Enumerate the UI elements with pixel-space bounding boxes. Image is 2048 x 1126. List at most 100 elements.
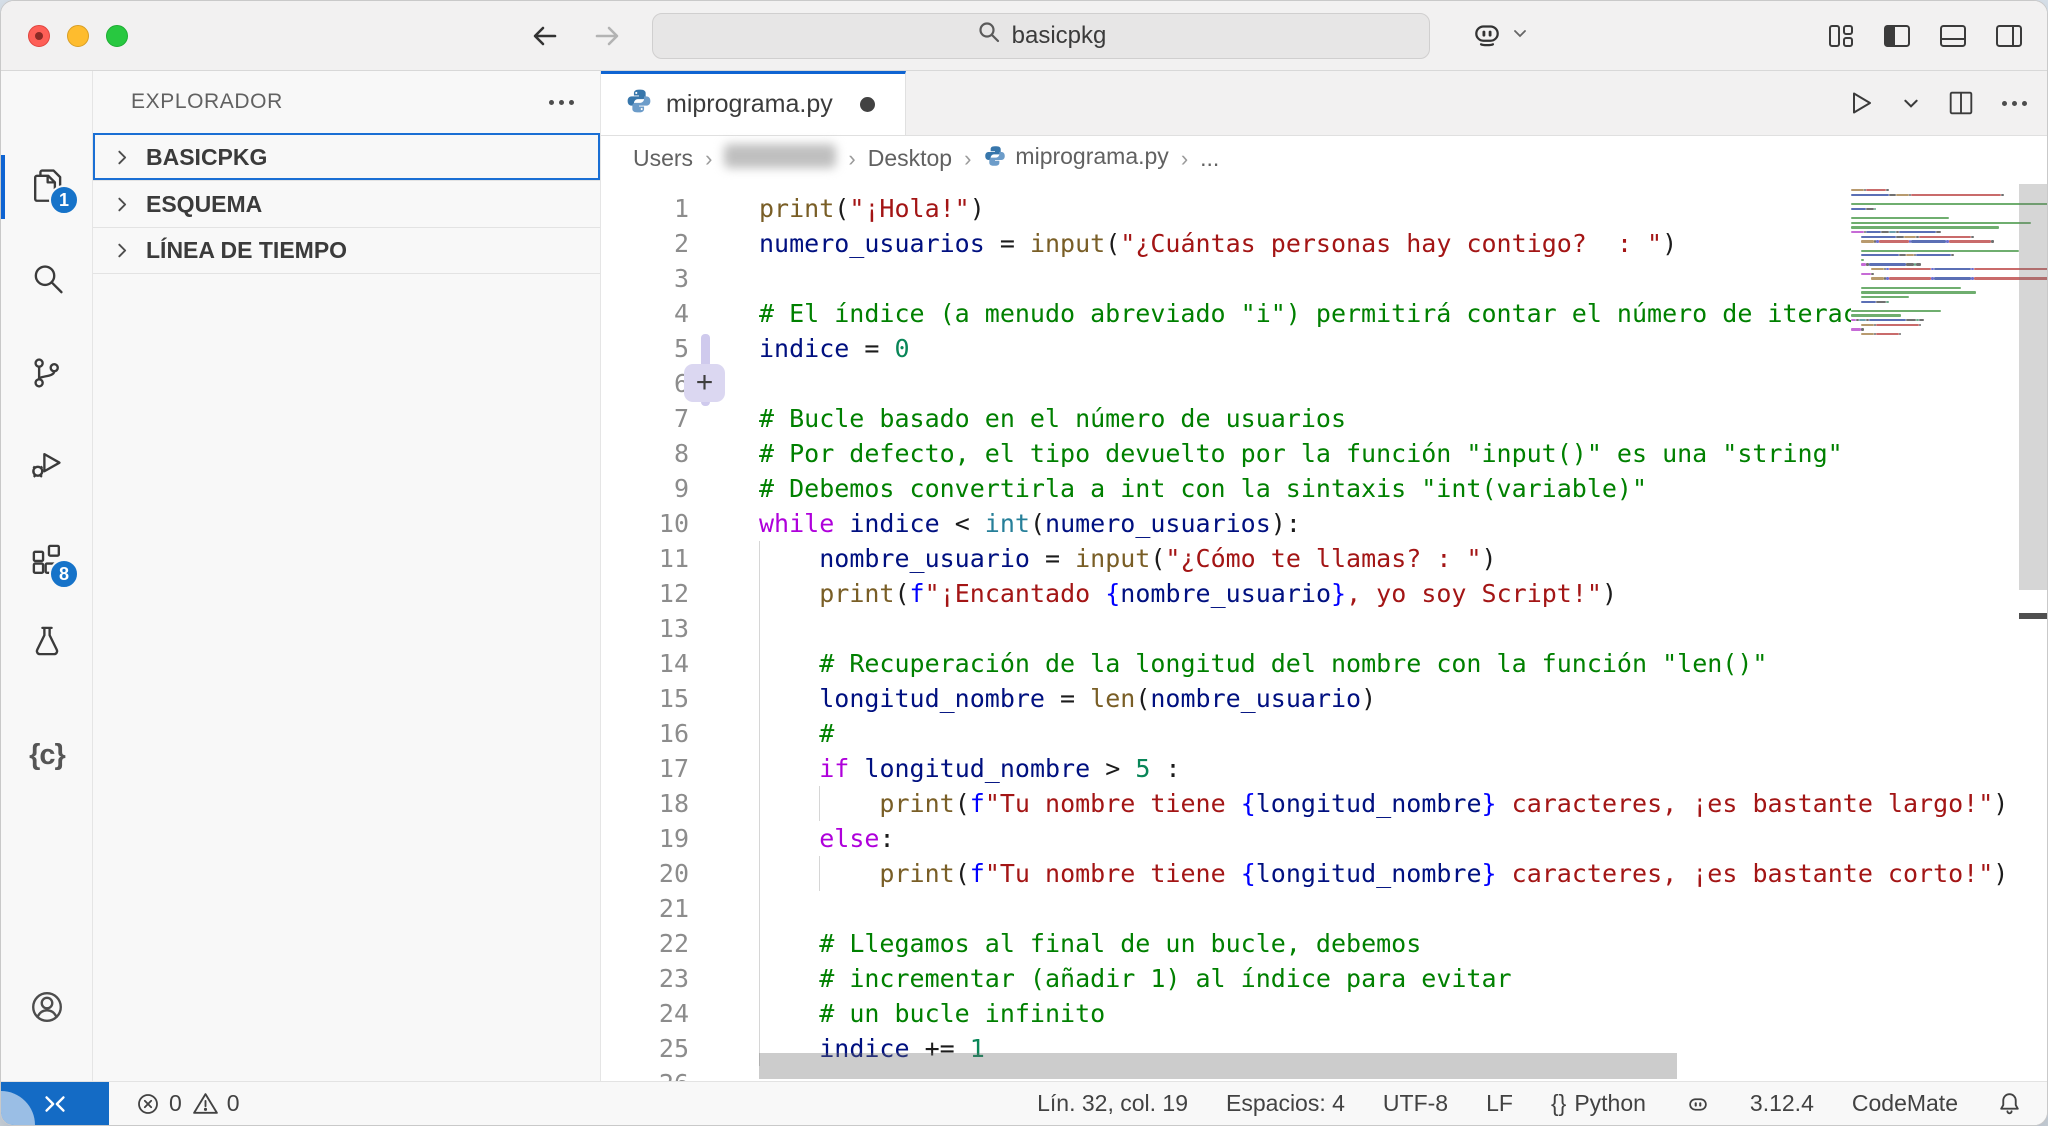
- code-line[interactable]: 7# Bucle basado en el número de usuarios: [601, 401, 2047, 436]
- section-esquema[interactable]: ESQUEMA: [93, 180, 600, 227]
- code-line[interactable]: 19 else:: [601, 821, 2047, 856]
- activity-item-testing[interactable]: [1, 605, 93, 681]
- run-dropdown-icon[interactable]: [1902, 94, 1920, 112]
- zoom-button[interactable]: [106, 25, 128, 47]
- activity-item-extensions[interactable]: 8: [1, 523, 93, 599]
- code-line[interactable]: 21: [601, 891, 2047, 926]
- breadcrumb-item-redacted[interactable]: [724, 144, 836, 174]
- tab-miprograma[interactable]: miprograma.py: [601, 71, 906, 135]
- toggle-secondary-sidebar-icon[interactable]: [1993, 20, 2025, 52]
- line-number[interactable]: 8: [621, 436, 689, 471]
- code-line[interactable]: 12 print(f"¡Encantado {nombre_usuario}, …: [601, 576, 2047, 611]
- activity-item-explorer[interactable]: 1: [1, 149, 93, 225]
- code-line[interactable]: 9# Debemos convertirla a int con la sint…: [601, 471, 2047, 506]
- code-editor[interactable]: 1print("¡Hola!")2numero_usuarios = input…: [601, 181, 2047, 1081]
- line-number[interactable]: 10: [621, 506, 689, 541]
- problems-errors[interactable]: 0: [135, 1090, 182, 1117]
- activity-item-codemate-brackets[interactable]: {c}: [1, 717, 93, 793]
- code-line[interactable]: 16 #: [601, 716, 2047, 751]
- forward-icon[interactable]: [590, 19, 624, 53]
- python-version[interactable]: 3.12.4: [1750, 1090, 1814, 1117]
- editor-more-actions-icon[interactable]: [2002, 101, 2027, 106]
- line-number[interactable]: 4: [621, 296, 689, 331]
- activity-item-source-control[interactable]: [1, 337, 93, 413]
- eol[interactable]: LF: [1486, 1090, 1513, 1117]
- line-number[interactable]: 7: [621, 401, 689, 436]
- activity-item-run-debug[interactable]: [1, 428, 93, 504]
- language-mode[interactable]: {} Python: [1551, 1090, 1646, 1117]
- breadcrumb-item[interactable]: Desktop: [868, 145, 952, 172]
- line-number[interactable]: 11: [621, 541, 689, 576]
- code-line[interactable]: 3: [601, 261, 2047, 296]
- line-number[interactable]: 18: [621, 786, 689, 821]
- modified-dot-icon[interactable]: [860, 97, 875, 112]
- split-editor-icon[interactable]: [1946, 88, 1976, 118]
- breadcrumb-item[interactable]: Users: [633, 145, 693, 172]
- line-number[interactable]: 13: [621, 611, 689, 646]
- code-line[interactable]: 1print("¡Hola!"): [601, 191, 2047, 226]
- breadcrumb-item[interactable]: ...: [1200, 145, 1219, 172]
- code-line[interactable]: 11 nombre_usuario = input("¿Cómo te llam…: [601, 541, 2047, 576]
- cursor-position[interactable]: Lín. 32, col. 19: [1037, 1090, 1188, 1117]
- code-line[interactable]: 18 print(f"Tu nombre tiene {longitud_nom…: [601, 786, 2047, 821]
- line-number[interactable]: 14: [621, 646, 689, 681]
- line-number[interactable]: 25: [621, 1031, 689, 1066]
- code-line[interactable]: 14 # Recuperación de la longitud del nom…: [601, 646, 2047, 681]
- back-icon[interactable]: [528, 19, 562, 53]
- code-line[interactable]: 10while indice < int(numero_usuarios):: [601, 506, 2047, 541]
- line-number[interactable]: 1: [621, 191, 689, 226]
- code-line[interactable]: 23 # incrementar (añadir 1) al índice pa…: [601, 961, 2047, 996]
- line-number[interactable]: 9: [621, 471, 689, 506]
- explorer-more-actions-icon[interactable]: [549, 100, 574, 105]
- line-number[interactable]: 6: [621, 366, 689, 401]
- line-number[interactable]: 20: [621, 856, 689, 891]
- line-number[interactable]: 3: [621, 261, 689, 296]
- activity-item-search[interactable]: [1, 243, 93, 319]
- minimap[interactable]: [1851, 188, 2047, 337]
- minimize-button[interactable]: [67, 25, 89, 47]
- line-number[interactable]: 5: [621, 331, 689, 366]
- line-number[interactable]: 2: [621, 226, 689, 261]
- code-line[interactable]: 4# El índice (a menudo abreviado "i") pe…: [601, 296, 2047, 331]
- minimap-slider[interactable]: [2019, 184, 2047, 590]
- horizontal-scrollbar[interactable]: [759, 1053, 1677, 1079]
- line-number[interactable]: 24: [621, 996, 689, 1031]
- toggle-primary-sidebar-icon[interactable]: [1881, 20, 1913, 52]
- indentation[interactable]: Espacios: 4: [1226, 1090, 1345, 1117]
- toggle-panel-icon[interactable]: [1937, 20, 1969, 52]
- code-line[interactable]: 8# Por defecto, el tipo devuelto por la …: [601, 436, 2047, 471]
- command-center-search[interactable]: basicpkg: [652, 13, 1430, 59]
- line-number[interactable]: 19: [621, 821, 689, 856]
- line-number[interactable]: 22: [621, 926, 689, 961]
- code-line[interactable]: 24 # un bucle infinito: [601, 996, 2047, 1031]
- encoding[interactable]: UTF-8: [1383, 1090, 1448, 1117]
- copilot-status-icon[interactable]: [1684, 1090, 1712, 1118]
- line-number[interactable]: 12: [621, 576, 689, 611]
- code-line[interactable]: 20 print(f"Tu nombre tiene {longitud_nom…: [601, 856, 2047, 891]
- code-line[interactable]: 15 longitud_nombre = len(nombre_usuario): [601, 681, 2047, 716]
- activity-item-account[interactable]: [1, 971, 93, 1047]
- line-number[interactable]: 16: [621, 716, 689, 751]
- line-number[interactable]: 17: [621, 751, 689, 786]
- line-number[interactable]: 15: [621, 681, 689, 716]
- breadcrumb-item[interactable]: miprograma.py: [983, 143, 1168, 174]
- code-line[interactable]: 2numero_usuarios = input("¿Cuántas perso…: [601, 226, 2047, 261]
- close-button[interactable]: [28, 25, 50, 47]
- code-line[interactable]: 17 if longitud_nombre > 5 :: [601, 751, 2047, 786]
- problems-warnings[interactable]: 0: [192, 1090, 240, 1117]
- code-line[interactable]: 5indice = 0: [601, 331, 2047, 366]
- copilot-menu[interactable]: [1468, 14, 1528, 57]
- codemate-status[interactable]: CodeMate: [1852, 1090, 1958, 1117]
- inline-add-button[interactable]: +: [684, 364, 725, 402]
- customize-layout-icon[interactable]: [1825, 20, 1857, 52]
- code-line[interactable]: 13: [601, 611, 2047, 646]
- line-number[interactable]: 23: [621, 961, 689, 996]
- section-basicpkg[interactable]: BASICPKG: [93, 133, 600, 180]
- line-number[interactable]: 26: [621, 1066, 689, 1081]
- run-python-icon[interactable]: [1844, 87, 1876, 119]
- code-line[interactable]: 6: [601, 366, 2047, 401]
- line-number[interactable]: 21: [621, 891, 689, 926]
- code-line[interactable]: 22 # Llegamos al final de un bucle, debe…: [601, 926, 2047, 961]
- section-l-nea-de-tiempo[interactable]: LÍNEA DE TIEMPO: [93, 227, 600, 274]
- notifications-bell-icon[interactable]: [1996, 1090, 2023, 1117]
